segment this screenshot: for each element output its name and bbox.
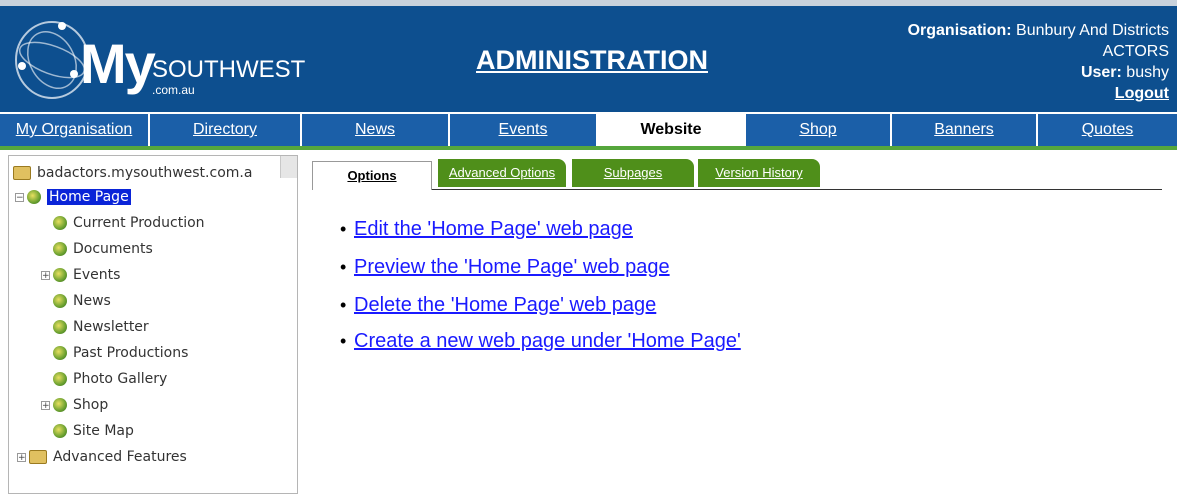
bullet-icon: •	[340, 331, 347, 351]
folder-icon	[29, 450, 47, 464]
tree-item-label: Past Productions	[73, 345, 189, 361]
tree-item-documents[interactable]: Documents	[53, 238, 153, 260]
tab-advanced-options[interactable]: Advanced Options	[438, 159, 566, 187]
tree-item-label: Advanced Features	[53, 449, 187, 465]
collapse-icon[interactable]: −	[15, 193, 24, 203]
web-page-icon	[53, 268, 67, 282]
tree-item-label: News	[73, 293, 111, 309]
tree-item-label: Site Map	[73, 423, 134, 439]
header-bar: My SOUTHWEST .com.au ADMINISTRATION Orga…	[0, 0, 1177, 112]
nav-tab-events[interactable]: Events	[450, 114, 598, 146]
header-top-border	[0, 0, 1177, 6]
logo-southwest-text: SOUTHWEST	[152, 56, 306, 83]
tab-subpages[interactable]: Subpages	[572, 159, 694, 187]
page-title[interactable]: ADMINISTRATION	[476, 44, 708, 76]
web-page-icon	[53, 216, 67, 230]
create-page-link[interactable]: Create a new web page under 'Home Page'	[354, 330, 741, 352]
main-nav: My Organisation Directory News Events We…	[0, 112, 1177, 148]
logo-my-text: My	[80, 32, 156, 95]
nav-tab-shop[interactable]: Shop	[746, 114, 892, 146]
list-item: • Delete the 'Home Page' web page	[340, 294, 656, 330]
nav-tab-website[interactable]: Website	[598, 114, 746, 146]
logout-link[interactable]: Logout	[1115, 85, 1169, 102]
web-page-icon	[53, 294, 67, 308]
tree-item-label: Documents	[73, 241, 153, 257]
organisation-value: Bunbury And Districts	[1016, 22, 1169, 39]
list-item: • Edit the 'Home Page' web page	[340, 218, 633, 254]
tree-item-site-map[interactable]: Site Map	[53, 420, 134, 442]
delete-page-link[interactable]: Delete the 'Home Page' web page	[354, 294, 656, 316]
tree-item-label: Current Production	[73, 215, 205, 231]
tree-item-news[interactable]: News	[53, 290, 111, 312]
tree-item-advanced-features[interactable]: Advanced Features	[29, 446, 187, 468]
tree-item-label: Home Page	[47, 189, 131, 205]
tree-item-newsletter[interactable]: Newsletter	[53, 316, 149, 338]
organisation-value-line2: ACTORS	[1102, 43, 1169, 60]
web-page-icon	[53, 320, 67, 334]
web-page-icon	[53, 346, 67, 360]
tree-item-photo-gallery[interactable]: Photo Gallery	[53, 368, 167, 390]
web-page-icon	[53, 424, 67, 438]
nav-divider	[0, 146, 1177, 150]
web-page-icon	[53, 372, 67, 386]
bullet-icon: •	[340, 295, 347, 315]
organisation-label: Organisation:	[907, 22, 1012, 39]
bullet-icon: •	[340, 219, 347, 239]
nav-tab-news[interactable]: News	[302, 114, 450, 146]
tree-root[interactable]: badactors.mysouthwest.com.a	[13, 162, 252, 184]
user-value: bushy	[1126, 64, 1169, 81]
expand-icon[interactable]: +	[41, 271, 50, 281]
preview-page-link[interactable]: Preview the 'Home Page' web page	[354, 256, 670, 278]
nav-tab-quotes[interactable]: Quotes	[1038, 114, 1177, 146]
folder-icon	[13, 166, 31, 180]
nav-tab-directory[interactable]: Directory	[150, 114, 302, 146]
site-tree[interactable]: badactors.mysouthwest.com.a − Home Page …	[8, 155, 298, 494]
tree-item-home-page[interactable]: Home Page	[27, 186, 131, 208]
mysouthwest-logo[interactable]: My SOUTHWEST .com.au	[12, 14, 312, 106]
tree-item-past-productions[interactable]: Past Productions	[53, 342, 188, 364]
tree-item-shop[interactable]: Shop	[53, 394, 108, 416]
expand-icon[interactable]: +	[41, 401, 50, 411]
tree-item-label: Photo Gallery	[73, 371, 168, 387]
tree-item-label: Newsletter	[73, 319, 149, 335]
list-item: • Create a new web page under 'Home Page'	[340, 330, 741, 366]
list-item: • Preview the 'Home Page' web page	[340, 256, 670, 292]
page-options-tabs: Options Advanced Options Subpages Versio…	[312, 159, 1162, 190]
web-page-icon	[27, 190, 41, 204]
tree-root-label: badactors.mysouthwest.com.a	[37, 165, 253, 181]
tree-item-label: Events	[73, 267, 121, 283]
user-label: User:	[1080, 64, 1122, 81]
web-page-icon	[53, 242, 67, 256]
nav-tab-banners[interactable]: Banners	[892, 114, 1038, 146]
tree-item-events[interactable]: Events	[53, 264, 120, 286]
nav-tab-my-organisation[interactable]: My Organisation	[0, 114, 150, 146]
tree-item-current-production[interactable]: Current Production	[53, 212, 205, 234]
bullet-icon: •	[340, 257, 347, 277]
tree-scrollbar[interactable]	[280, 156, 297, 178]
user-line: User: bushy	[809, 62, 1169, 83]
organisation-line: Organisation: Bunbury And Districts	[809, 20, 1169, 41]
tab-options[interactable]: Options	[312, 161, 432, 190]
expand-icon[interactable]: +	[17, 453, 26, 463]
tab-version-history[interactable]: Version History	[698, 159, 820, 187]
web-page-icon	[53, 398, 67, 412]
tree-item-label: Shop	[73, 397, 109, 413]
account-info: Organisation: Bunbury And Districts ACTO…	[809, 20, 1169, 104]
logo-domain-text: .com.au	[152, 83, 195, 97]
edit-page-link[interactable]: Edit the 'Home Page' web page	[354, 218, 633, 240]
